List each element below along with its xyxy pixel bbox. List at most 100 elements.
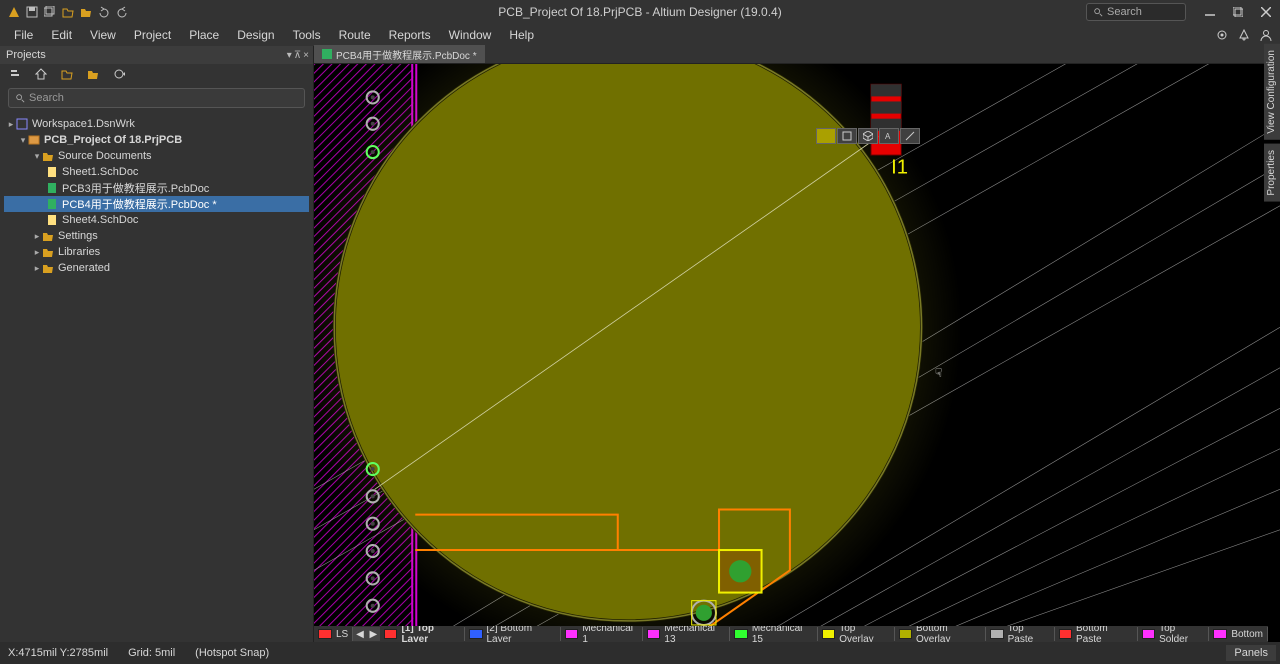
workspace-icon	[16, 118, 28, 130]
menu-route[interactable]: Route	[331, 26, 379, 44]
tree-label: Settings	[58, 230, 98, 242]
menu-project[interactable]: Project	[126, 26, 179, 44]
layer-tab[interactable]: Bottom Overlay	[895, 627, 987, 641]
open-icon[interactable]	[60, 4, 76, 20]
layer-scroll-left[interactable]: ◀	[353, 627, 366, 641]
tree-settings[interactable]: ▸ Settings	[4, 228, 309, 244]
folder2-icon[interactable]	[86, 67, 100, 81]
save-all-icon[interactable]	[42, 4, 58, 20]
menu-reports[interactable]: Reports	[381, 26, 439, 44]
layer-label: Top Solder	[1159, 626, 1204, 642]
menu-view[interactable]: View	[82, 26, 124, 44]
view-3d-button[interactable]	[858, 128, 878, 144]
navigate-icon[interactable]	[8, 67, 22, 81]
app-logo-icon[interactable]	[6, 4, 22, 20]
menu-help[interactable]: Help	[501, 26, 542, 44]
home-icon[interactable]	[34, 67, 48, 81]
layer-tab[interactable]: Top Overlay	[818, 627, 895, 641]
maximize-button[interactable]	[1224, 0, 1252, 24]
projects-search[interactable]: Search	[8, 88, 305, 108]
layer-tab[interactable]: Bottom Paste	[1055, 627, 1138, 641]
layer-label: Bottom	[1231, 629, 1263, 640]
user-icon[interactable]	[1258, 27, 1274, 43]
tree-label: PCB3用于做教程展示.PcbDoc	[62, 180, 209, 196]
tree-workspace[interactable]: ▸ Workspace1.DsnWrk	[4, 116, 309, 132]
folder-icon	[42, 262, 54, 274]
panel-close-icon[interactable]: ×	[303, 50, 309, 61]
menu-design[interactable]: Design	[229, 26, 282, 44]
open2-icon[interactable]	[78, 4, 94, 20]
redo-icon[interactable]	[114, 4, 130, 20]
layer-label: Bottom Paste	[1076, 626, 1133, 642]
save-icon[interactable]	[24, 4, 40, 20]
schdoc-icon	[46, 166, 58, 178]
panel-dropdown-icon[interactable]: ▾	[287, 50, 292, 61]
pcbdoc-icon	[322, 49, 332, 59]
menu-tools[interactable]: Tools	[285, 26, 329, 44]
layer-tab[interactable]: Bottom	[1209, 627, 1268, 641]
layer-swatch	[1142, 629, 1155, 639]
layer-scroll-right[interactable]: ▶	[367, 627, 380, 641]
layer-tab[interactable]: [1] Top Layer	[380, 627, 465, 641]
pcbdoc-icon	[46, 198, 58, 210]
right-tab-properties[interactable]: Properties	[1264, 144, 1280, 202]
tree-doc[interactable]: PCB4用于做教程展示.PcbDoc *	[4, 196, 309, 212]
layer-tab[interactable]: Top Solder	[1138, 627, 1210, 641]
tree-label: PCB4用于做教程展示.PcbDoc *	[62, 196, 217, 212]
tree-label: Source Documents	[58, 150, 152, 162]
tree-label: Sheet1.SchDoc	[62, 166, 138, 178]
tree-twisty-icon: ▸	[6, 119, 16, 130]
menu-file[interactable]: File	[6, 26, 41, 44]
tree-doc[interactable]: Sheet4.SchDoc	[4, 212, 309, 228]
minimize-button[interactable]	[1196, 0, 1224, 24]
tab-label: PCB4用于做教程展示.PcbDoc *	[336, 47, 477, 62]
layer-swatch	[899, 629, 912, 639]
pcbdoc-icon	[46, 182, 58, 194]
view-text-button[interactable]: A	[879, 128, 899, 144]
view-wire-button[interactable]	[900, 128, 920, 144]
tree-doc[interactable]: PCB3用于做教程展示.PcbDoc	[4, 180, 309, 196]
status-grid: Grid: 5mil	[128, 647, 175, 659]
tree-label: Generated	[58, 262, 110, 274]
editor-tab[interactable]: PCB4用于做教程展示.PcbDoc *	[314, 45, 486, 63]
tree-libraries[interactable]: ▸ Libraries	[4, 244, 309, 260]
layer-tab[interactable]: Mechanical 1	[561, 627, 643, 641]
layer-tab[interactable]: Top Paste	[986, 627, 1054, 641]
tree-twisty-icon: ▸	[32, 247, 42, 258]
layer-label: Top Paste	[1008, 626, 1050, 642]
tree-twisty-icon: ▸	[32, 231, 42, 242]
layer-tab[interactable]: Mechanical 13	[643, 627, 730, 641]
refresh-icon[interactable]	[112, 67, 126, 81]
tree-label: Workspace1.DsnWrk	[32, 118, 135, 130]
window-title: PCB_Project Of 18.PrjPCB - Altium Design…	[498, 5, 781, 19]
tree-source-docs[interactable]: ▾ Source Documents	[4, 148, 309, 164]
status-snap: (Hotspot Snap)	[195, 647, 269, 659]
schdoc-icon	[46, 214, 58, 226]
tree-doc[interactable]: Sheet1.SchDoc	[4, 164, 309, 180]
menu-edit[interactable]: Edit	[43, 26, 80, 44]
folder-icon[interactable]	[60, 67, 74, 81]
close-button[interactable]	[1252, 0, 1280, 24]
menu-place[interactable]: Place	[181, 26, 227, 44]
view-2d-button[interactable]	[837, 128, 857, 144]
undo-icon[interactable]	[96, 4, 112, 20]
layer-label: [1] Top Layer	[401, 626, 460, 642]
layer-tab[interactable]: [2] Bottom Layer	[465, 627, 561, 641]
panels-button[interactable]: Panels	[1226, 645, 1276, 661]
settings-icon[interactable]	[1214, 27, 1230, 43]
layer-swatch	[1213, 629, 1227, 639]
panel-pin-icon[interactable]: ⊼	[294, 50, 301, 61]
tree-generated[interactable]: ▸ Generated	[4, 260, 309, 276]
svg-text:A: A	[885, 132, 891, 141]
layer-set-button[interactable]: LS	[314, 627, 353, 641]
notifications-icon[interactable]	[1236, 27, 1252, 43]
global-search[interactable]: Search	[1086, 3, 1186, 21]
menu-window[interactable]: Window	[441, 26, 500, 44]
layer-label: Mechanical 1	[582, 626, 638, 642]
layer-tab[interactable]: Mechanical 15	[730, 627, 817, 641]
tree-label: Libraries	[58, 246, 100, 258]
layer-color-button[interactable]	[816, 128, 836, 144]
pcb-canvas[interactable]: I1 ☟ A	[314, 64, 1280, 642]
tree-project[interactable]: ▾ PCB_Project Of 18.PrjPCB	[4, 132, 309, 148]
right-tab-view-config[interactable]: View Configuration	[1264, 44, 1280, 140]
